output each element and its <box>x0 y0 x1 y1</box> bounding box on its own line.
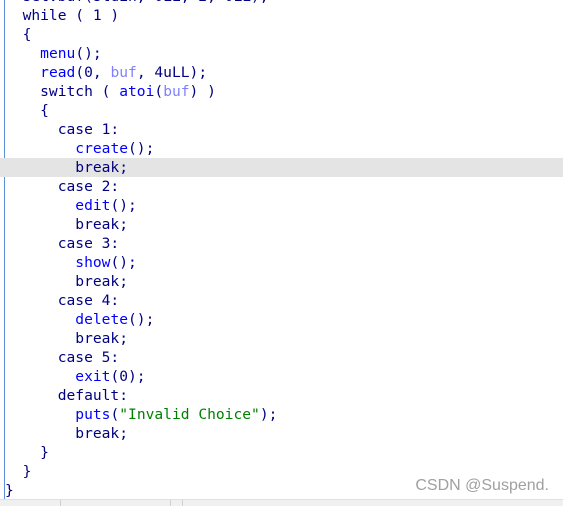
status-bar <box>0 499 563 506</box>
code-token-kw <box>5 140 75 157</box>
code-token-kw: } <box>5 463 32 480</box>
code-token-kw: break; <box>5 273 129 290</box>
code-token-fn[interactable]: show <box>75 254 110 271</box>
watermark: CSDN @Suspend. <box>415 477 549 494</box>
code-line[interactable]: break; <box>0 329 563 348</box>
pseudocode-view[interactable]: setvbuf(stdin, 0LL, 2, 0LL); while ( 1 )… <box>0 0 563 500</box>
code-token-kw: while ( 1 ) <box>5 7 120 24</box>
code-line[interactable]: break; <box>0 424 563 443</box>
code-token-var[interactable]: buf <box>110 64 136 81</box>
code-token-kw: { <box>5 102 49 119</box>
code-line[interactable]: case 5: <box>0 348 563 367</box>
code-line[interactable]: show(); <box>0 253 563 272</box>
code-token-kw <box>5 368 75 385</box>
code-token-kw <box>5 311 75 328</box>
code-line[interactable]: { <box>0 25 563 44</box>
status-separator <box>170 500 171 506</box>
code-token-kw: (); <box>128 140 155 157</box>
code-token-kw: case 3: <box>5 235 120 252</box>
code-token-kw: break; <box>5 330 129 347</box>
code-line[interactable]: case 1: <box>0 120 563 139</box>
code-token-kw: (); <box>110 197 137 214</box>
code-token-kw <box>5 406 75 423</box>
code-token-fn[interactable]: exit <box>75 368 110 385</box>
code-line[interactable]: { <box>0 101 563 120</box>
code-token-kw: ); <box>259 406 278 423</box>
code-token-kw: , 4uLL); <box>136 64 208 81</box>
code-token-kw <box>5 197 75 214</box>
code-token-kw: (); <box>75 45 102 62</box>
code-line[interactable]: delete(); <box>0 310 563 329</box>
code-line[interactable]: menu(); <box>0 44 563 63</box>
code-token-kw: (0, <box>75 64 111 81</box>
code-token-kw: ( <box>110 406 120 423</box>
code-line[interactable]: break; <box>0 158 563 177</box>
code-token-kw: case 5: <box>5 349 120 366</box>
code-token-kw: (0); <box>110 368 146 385</box>
code-token-kw: switch ( <box>5 83 120 100</box>
code-line[interactable]: switch ( atoi(buf) ) <box>0 82 563 101</box>
code-token-kw: } <box>5 482 14 499</box>
code-token-fn[interactable]: menu <box>40 45 75 62</box>
code-token-kw: (); <box>128 311 155 328</box>
code-token-kw: ( <box>154 83 164 100</box>
code-token-kw: ) ) <box>189 83 216 100</box>
code-token-kw: break; <box>5 159 129 176</box>
code-token-kw: default: <box>5 387 129 404</box>
code-token-kw: setvbuf(stdin, 0LL, 2, 0LL); <box>5 0 269 5</box>
code-token-kw: break; <box>5 216 129 233</box>
code-line[interactable]: break; <box>0 272 563 291</box>
code-line[interactable]: puts("Invalid Choice"); <box>0 405 563 424</box>
code-token-fn[interactable]: read <box>40 64 75 81</box>
code-line[interactable]: case 3: <box>0 234 563 253</box>
code-token-kw <box>5 64 40 81</box>
code-token-kw: case 2: <box>5 178 120 195</box>
code-token-kw: { <box>5 26 32 43</box>
code-line[interactable]: read(0, buf, 4uLL); <box>0 63 563 82</box>
code-token-kw <box>5 45 40 62</box>
status-separator <box>182 500 183 506</box>
code-token-kw: case 4: <box>5 292 120 309</box>
code-token-kw: } <box>5 444 49 461</box>
code-token-kw: case 1: <box>5 121 120 138</box>
code-line[interactable]: } <box>0 443 563 462</box>
code-token-fn[interactable]: delete <box>75 311 128 328</box>
code-line[interactable]: default: <box>0 386 563 405</box>
code-token-fn[interactable]: atoi <box>119 83 154 100</box>
code-token-kw <box>5 254 75 271</box>
status-separator <box>60 500 61 506</box>
code-token-kw: (); <box>110 254 137 271</box>
code-line[interactable]: case 4: <box>0 291 563 310</box>
code-token-kw: break; <box>5 425 129 442</box>
code-token-fn[interactable]: edit <box>75 197 110 214</box>
code-token-str: "Invalid Choice" <box>119 406 260 423</box>
code-token-fn[interactable]: puts <box>75 406 110 423</box>
code-token-var[interactable]: buf <box>163 83 189 100</box>
code-line[interactable]: while ( 1 ) <box>0 6 563 25</box>
code-line[interactable]: case 2: <box>0 177 563 196</box>
code-line[interactable]: exit(0); <box>0 367 563 386</box>
code-line[interactable]: break; <box>0 215 563 234</box>
code-line[interactable]: create(); <box>0 139 563 158</box>
code-token-fn[interactable]: create <box>75 140 128 157</box>
code-line[interactable]: edit(); <box>0 196 563 215</box>
